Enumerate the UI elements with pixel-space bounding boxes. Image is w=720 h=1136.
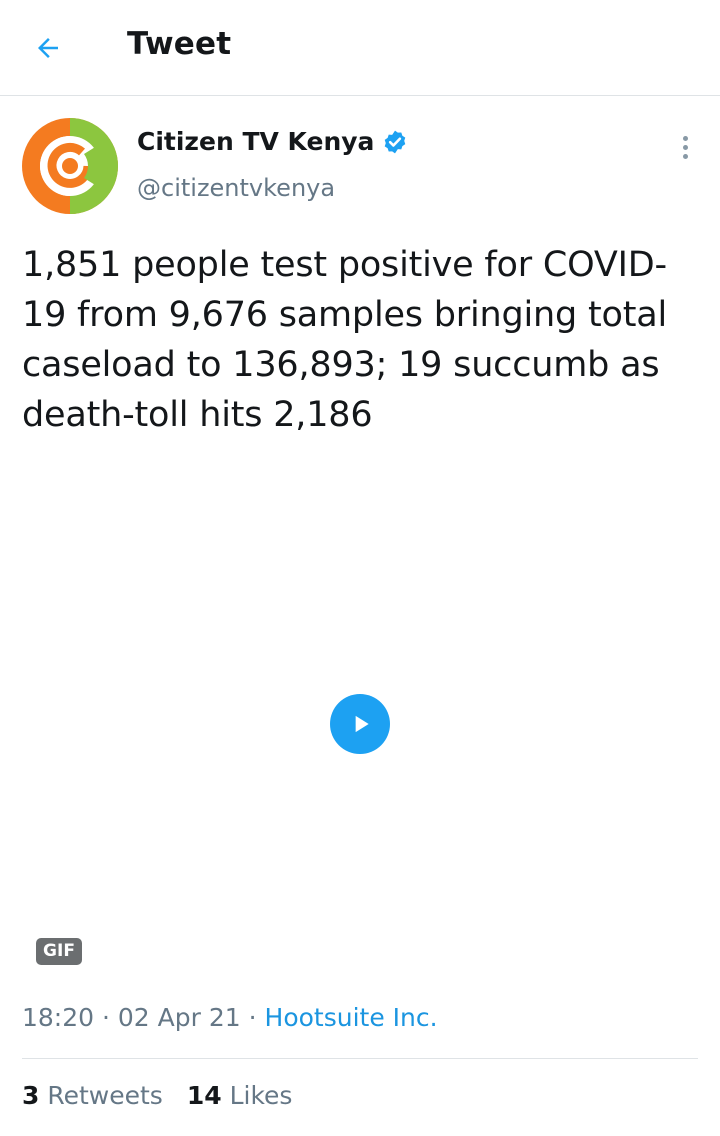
likes-label: Likes (229, 1081, 293, 1110)
tweet-date: 02 Apr 21 (117, 1003, 241, 1032)
page-title: Tweet (127, 26, 232, 62)
dot-icon (682, 135, 688, 141)
engagement-stats: 3 Retweets 14 Likes (22, 1081, 292, 1110)
likes-stat[interactable]: 14 Likes (187, 1081, 293, 1110)
tweet-text: 1,851 people test positive for COVID-19 … (22, 245, 667, 435)
back-button[interactable] (20, 22, 76, 74)
play-icon (355, 715, 369, 733)
retweets-count: 3 (22, 1081, 40, 1110)
top-app-bar: Tweet (0, 0, 720, 96)
arrow-left-icon (38, 38, 58, 58)
display-name: Citizen TV Kenya (137, 127, 375, 156)
dot-icon (682, 153, 688, 159)
retweets-label: Retweets (47, 1081, 163, 1110)
likes-count: 14 (186, 1081, 222, 1110)
meta-separator: · (248, 1003, 257, 1032)
tweet-time: 18:20 (22, 1003, 95, 1032)
gif-badge: GIF (36, 938, 82, 965)
tweet-meta: 18:20 · 02 Apr 21 · Hootsuite Inc. (22, 1003, 438, 1032)
meta-separator: · (102, 1003, 110, 1032)
dot-icon (682, 144, 688, 150)
author-handle[interactable]: @citizentvkenya (137, 174, 335, 202)
divider (22, 1058, 698, 1059)
verified-badge-icon (385, 130, 406, 153)
source-link[interactable]: Hootsuite Inc. (265, 1003, 438, 1032)
author-name-row[interactable]: Citizen TV Kenya (137, 127, 408, 156)
avatar[interactable] (22, 118, 118, 214)
retweets-stat[interactable]: 3 Retweets (22, 1081, 163, 1110)
play-button[interactable] (330, 694, 390, 754)
more-options-button[interactable] (668, 130, 702, 164)
